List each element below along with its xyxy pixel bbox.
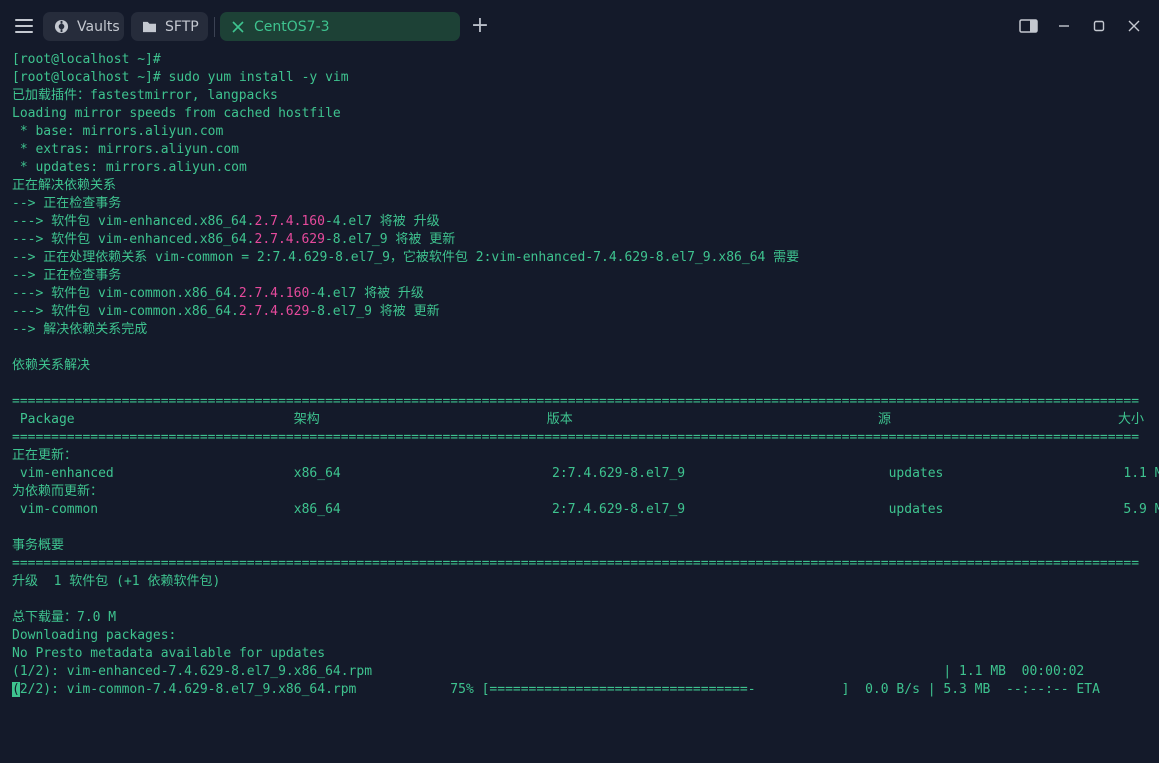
tab-label: Vaults	[77, 18, 120, 35]
terminal-line: No Presto metadata available for updates	[12, 646, 326, 661]
folder-icon	[141, 19, 157, 35]
terminal-cursor: (	[12, 682, 20, 697]
close-window-icon[interactable]	[1124, 16, 1144, 36]
terminal-line: 升级 1 软件包 (+1 依赖软件包)	[12, 574, 221, 589]
terminal-segment: 2.7.4.629	[238, 304, 310, 319]
terminal-line: (2/2): vim-common-7.4.629-8.el7_9.x86_64…	[12, 681, 1152, 699]
terminal-line: * updates: mirrors.aliyun.com	[12, 160, 247, 175]
terminal-line: 正在更新：	[12, 448, 78, 463]
terminal-line: ========================================…	[12, 430, 1140, 445]
terminal-line: ---> 软件包 vim-common.x86_64.2.7.4.160-4.e…	[12, 285, 1152, 303]
terminal-line: --> 正在检查事务	[12, 268, 122, 283]
terminal-segment: 2.7.4.160	[254, 214, 325, 229]
terminal-line: Loading mirror speeds from cached hostfi…	[12, 106, 341, 121]
vaults-icon	[53, 19, 69, 35]
terminal-line: vim-enhanced x86_64 2:7.4.629-8.el7_9 up…	[12, 466, 1159, 481]
close-icon[interactable]	[230, 19, 246, 35]
terminal-line: 依赖关系解决	[12, 358, 91, 373]
terminal-line: * base: mirrors.aliyun.com	[12, 124, 224, 139]
maximize-icon[interactable]	[1089, 16, 1109, 36]
terminal-line: --> 解决依赖关系完成	[12, 322, 148, 337]
terminal-line: vim-common x86_64 2:7.4.629-8.el7_9 upda…	[12, 502, 1159, 517]
terminal-line: Downloading packages:	[12, 628, 177, 643]
terminal-line: [root@localhost ~]#	[12, 52, 161, 67]
terminal-line: 事务概要	[12, 538, 65, 553]
tab-centos7-3[interactable]: CentOS7-3	[220, 12, 460, 41]
terminal-line: --> 正在处理依赖关系 vim-common = 2:7.4.629-8.el…	[12, 250, 800, 265]
terminal-line: [root@localhost ~]# sudo yum install -y …	[12, 70, 349, 85]
terminal-line: 总下载量：7.0 M	[12, 610, 117, 625]
tab-sftp[interactable]: SFTP	[131, 12, 208, 41]
terminal-segment: -8.el7_9 将被 更新	[324, 232, 456, 247]
terminal-line: Package 架构 版本 源 大小	[12, 412, 1144, 427]
tab-vaults[interactable]: Vaults	[43, 12, 124, 41]
terminal-segment: ---> 软件包 vim-enhanced.x86_64.	[12, 214, 255, 229]
terminal-line: ---> 软件包 vim-enhanced.x86_64.2.7.4.629-8…	[12, 231, 1152, 249]
terminal-segment: ---> 软件包 vim-common.x86_64.	[12, 286, 239, 301]
terminal-output[interactable]: [root@localhost ~]# [root@localhost ~]# s…	[12, 51, 1159, 699]
terminal-segment: -8.el7_9 将被 更新	[309, 304, 440, 319]
terminal-line: ---> 软件包 vim-enhanced.x86_64.2.7.4.160-4…	[12, 213, 1152, 231]
terminal-line: 已加载插件：fastestmirror, langpacks	[12, 88, 278, 103]
terminal-segment: 2/2): vim-common-7.4.629-8.el7_9.x86_64.…	[19, 682, 1100, 697]
terminal-segment: 2.7.4.629	[254, 232, 325, 247]
terminal-line: 为依赖而更新：	[12, 484, 104, 499]
terminal-segment: -4.el7 将被 升级	[309, 286, 424, 301]
minimize-icon[interactable]	[1054, 16, 1074, 36]
terminal-line: ========================================…	[12, 556, 1140, 571]
terminal-line: ========================================…	[12, 394, 1140, 409]
tab-label: SFTP	[165, 18, 199, 35]
terminal-line: (1/2): vim-enhanced-7.4.629-8.el7_9.x86_…	[12, 664, 1085, 679]
tab-label: CentOS7-3	[254, 18, 330, 35]
hamburger-menu-icon[interactable]	[13, 16, 35, 36]
terminal-segment: -4.el7 将被 升级	[324, 214, 440, 229]
terminal-segment: ---> 软件包 vim-enhanced.x86_64.	[12, 232, 255, 247]
terminal-segment: ---> 软件包 vim-common.x86_64.	[12, 304, 239, 319]
terminal-segment: 2.7.4.160	[238, 286, 310, 301]
title-bar: Vaults SFTP CentOS7-3 +	[0, 0, 1159, 52]
terminal-line: 正在解决依赖关系	[12, 178, 117, 193]
terminal-line: * extras: mirrors.aliyun.com	[12, 142, 239, 157]
plus-icon[interactable]: +	[469, 15, 491, 37]
split-layout-icon[interactable]	[1018, 16, 1038, 36]
terminal-line: ---> 软件包 vim-common.x86_64.2.7.4.629-8.e…	[12, 303, 1152, 321]
terminal-line: --> 正在检查事务	[12, 196, 122, 211]
tab-divider	[214, 17, 215, 37]
